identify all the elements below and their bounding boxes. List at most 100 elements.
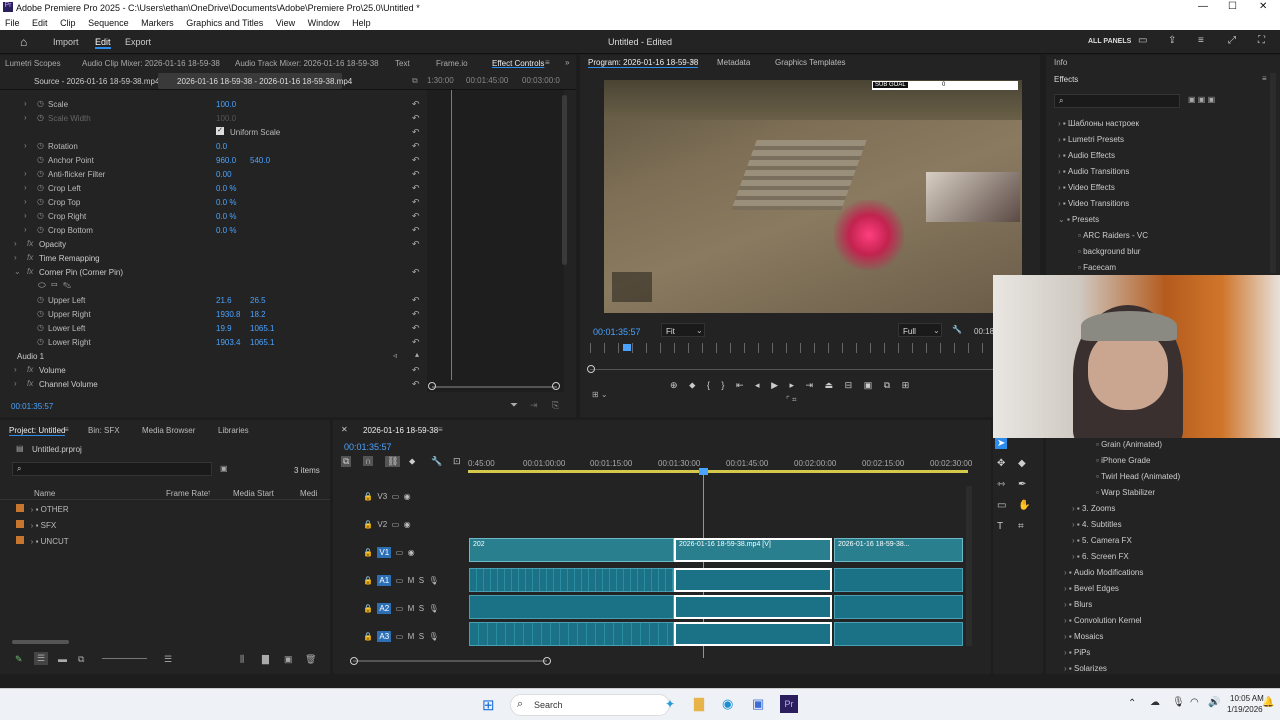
all-panels-label[interactable]: ALL PANELS bbox=[1088, 38, 1131, 45]
col-name[interactable]: Name bbox=[34, 489, 55, 498]
caption-tool-icon[interactable]: ⌗ bbox=[1018, 521, 1024, 532]
go-to-out-icon[interactable]: ⇥ bbox=[806, 380, 814, 390]
anchor-y-value[interactable]: 540.0 bbox=[250, 156, 270, 165]
new-bin-icon[interactable]: ▇ bbox=[262, 654, 269, 665]
tab-audio-clip-mixer[interactable]: Audio Clip Mixer: 2026-01-16 18-59-38 bbox=[82, 59, 220, 68]
mic-icon[interactable]: 🎙 bbox=[1172, 697, 1185, 708]
timeline-vscroll[interactable] bbox=[966, 486, 972, 646]
section-corner-pin[interactable]: ⌄ fx Corner Pin (Corner Pin) ↶ bbox=[0, 266, 430, 280]
scale-value[interactable]: 100.0 bbox=[216, 100, 236, 109]
compare-icon[interactable]: ⧉ bbox=[884, 380, 890, 390]
audio-clip-a2-1[interactable] bbox=[469, 595, 674, 619]
upper-left-x[interactable]: 21.6 bbox=[216, 296, 232, 305]
tree-blurs[interactable]: › ▪ Blurs bbox=[1064, 600, 1092, 609]
volume-icon[interactable]: 🔊 bbox=[1208, 697, 1220, 708]
timeline-hscroll[interactable] bbox=[350, 657, 551, 665]
menu-help[interactable]: Help bbox=[352, 18, 371, 28]
ec-scrollbar[interactable] bbox=[562, 95, 567, 265]
tree-presets[interactable]: ⌄ ▪ Presets bbox=[1058, 215, 1099, 224]
crop-bottom-value[interactable]: 0.0 % bbox=[216, 226, 236, 235]
ec-timecode[interactable]: 00:01:35:57 bbox=[11, 402, 53, 411]
tab-info[interactable]: Info bbox=[1054, 58, 1067, 67]
ec-playhead[interactable] bbox=[451, 90, 452, 380]
tree-pips[interactable]: › ▪ PiPs bbox=[1064, 648, 1090, 657]
tree-convolution[interactable]: › ▪ Convolution Kernel bbox=[1064, 616, 1142, 625]
export-frame-icon[interactable]: ▣ bbox=[864, 380, 873, 390]
col-media-start[interactable]: Media Start bbox=[233, 489, 274, 498]
audio-clip-a1-2[interactable] bbox=[674, 568, 832, 592]
track-header-v1[interactable]: 🔒 V1 ▭ ◉ bbox=[363, 547, 415, 558]
tree-zooms[interactable]: › ▪ 3. Zooms bbox=[1072, 504, 1115, 513]
menu-edit[interactable]: Edit bbox=[32, 18, 48, 28]
reset-icon[interactable]: ↶ bbox=[412, 323, 420, 334]
tab-graphics-templates[interactable]: Graphics Templates bbox=[775, 58, 846, 67]
share-icon[interactable]: ⇪ bbox=[1168, 35, 1176, 46]
step-back-icon[interactable]: ◂ bbox=[755, 380, 760, 390]
panel-layout-icon[interactable]: ▭ bbox=[1138, 35, 1147, 46]
menu-lines-icon[interactable]: ≡ bbox=[1198, 35, 1204, 46]
reset-icon[interactable]: ↶ bbox=[412, 113, 420, 124]
tree-twirl-head[interactable]: ▫ Twirl Head (Animated) bbox=[1096, 472, 1180, 481]
close-icon[interactable]: ✕ bbox=[1259, 1, 1267, 12]
resolution-dropdown[interactable]: Full ⌄ bbox=[898, 323, 942, 337]
wifi-icon[interactable]: ◠ bbox=[1190, 697, 1199, 708]
crop-left-value[interactable]: 0.0 % bbox=[216, 184, 236, 193]
panel-menu-icon[interactable]: ≡ bbox=[64, 425, 69, 434]
rectangle-mask-icon[interactable]: ▭ bbox=[51, 280, 58, 290]
tree-audio-transitions[interactable]: › ▪ Audio Transitions bbox=[1058, 167, 1129, 176]
lower-left-y[interactable]: 1065.1 bbox=[250, 324, 274, 333]
list-view-icon[interactable]: ☰ bbox=[34, 652, 49, 665]
reset-icon[interactable]: ↶ bbox=[412, 197, 420, 208]
play-icon[interactable]: ▶ bbox=[771, 380, 778, 390]
video-clip-selected[interactable]: 2026-01-16 18-59-38.mp4 [V] bbox=[674, 538, 832, 562]
go-to-in-icon[interactable]: ⇤ bbox=[736, 380, 744, 390]
audio-clip-a1-1[interactable] bbox=[469, 568, 674, 592]
trim-icon[interactable]: ⌜ ⌗ bbox=[786, 395, 796, 405]
lower-right-y[interactable]: 1065.1 bbox=[250, 338, 274, 347]
vr-icon[interactable]: ⊞ bbox=[902, 380, 910, 390]
sort-icon[interactable]: ☰ bbox=[164, 654, 172, 665]
pencil-icon[interactable]: ✎ bbox=[15, 654, 23, 665]
export-frame-icon[interactable]: ⎘ bbox=[552, 400, 559, 411]
mark-out-icon[interactable]: } bbox=[721, 380, 724, 390]
reset-icon[interactable]: ↶ bbox=[412, 309, 420, 320]
file-explorer-icon[interactable]: ▇ bbox=[694, 696, 704, 712]
project-search-input[interactable]: ⌕ bbox=[12, 462, 212, 476]
tree-iphone-grade[interactable]: ▫ iPhone Grade bbox=[1096, 456, 1150, 465]
new-item-icon[interactable]: ▣ bbox=[284, 654, 293, 665]
video-clip-1[interactable]: 202 bbox=[469, 538, 674, 562]
menu-window[interactable]: Window bbox=[308, 18, 340, 28]
icon-view-icon[interactable]: ▬ bbox=[58, 654, 67, 664]
timeline-timecode[interactable]: 00:01:35:57 bbox=[344, 442, 392, 452]
reset-icon[interactable]: ↶ bbox=[412, 99, 420, 110]
panel-menu-icon[interactable]: ≡ bbox=[438, 425, 443, 434]
reset-icon[interactable]: ↶ bbox=[412, 141, 420, 152]
store-icon[interactable]: ▣ bbox=[752, 696, 764, 712]
accelerated-icon[interactable]: ▣ ▣ ▣ bbox=[1188, 95, 1215, 104]
track-header-v3[interactable]: 🔒 V3 ▭ ◉ bbox=[363, 492, 411, 501]
bin-row-sfx[interactable]: › ▪ SFX bbox=[16, 520, 56, 530]
extract-icon[interactable]: ⊟ bbox=[845, 380, 853, 390]
tree-video-effects[interactable]: › ▪ Video Effects bbox=[1058, 183, 1115, 192]
effects-search-input[interactable]: ⌕ bbox=[1054, 94, 1180, 108]
section-channel-volume[interactable]: › fx Channel Volume ↶ bbox=[0, 378, 430, 392]
track-header-v2[interactable]: 🔒 V2 ▭ ◉ bbox=[363, 520, 411, 529]
source-tab[interactable]: Source - 2026-01-16 18-59-38.mp4 bbox=[34, 77, 159, 86]
audio-clip-a3-3[interactable] bbox=[834, 622, 963, 646]
expand-icon[interactable]: » bbox=[565, 58, 569, 67]
tree-warp-stabilizer[interactable]: ▫ Warp Stabilizer bbox=[1096, 488, 1155, 497]
lift-icon[interactable]: ⏏ bbox=[825, 380, 834, 390]
upper-right-y[interactable]: 18.2 bbox=[250, 310, 266, 319]
anchor-x-value[interactable]: 960.0 bbox=[216, 156, 236, 165]
reset-icon[interactable]: ↶ bbox=[412, 169, 420, 180]
nav-export[interactable]: Export bbox=[125, 37, 151, 47]
maximize-icon[interactable]: ☐ bbox=[1228, 1, 1237, 12]
section-opacity[interactable]: › fx Opacity ↶ bbox=[0, 238, 430, 252]
tab-libraries[interactable]: Libraries bbox=[218, 426, 249, 435]
tree-preset-arc[interactable]: ▫ ARC Raiders - VC bbox=[1078, 231, 1148, 240]
timeline-ruler[interactable]: 0:45:00 00:01:00:00 00:01:15:00 00:01:30… bbox=[468, 456, 972, 474]
timeline-settings-icon[interactable]: 🔧 bbox=[431, 456, 442, 467]
tree-preset-facecam[interactable]: ▫ Facecam bbox=[1078, 263, 1116, 272]
rectangle-tool-icon[interactable]: ▭ bbox=[997, 500, 1006, 511]
windows-start-icon[interactable]: ⊞ bbox=[482, 696, 495, 714]
